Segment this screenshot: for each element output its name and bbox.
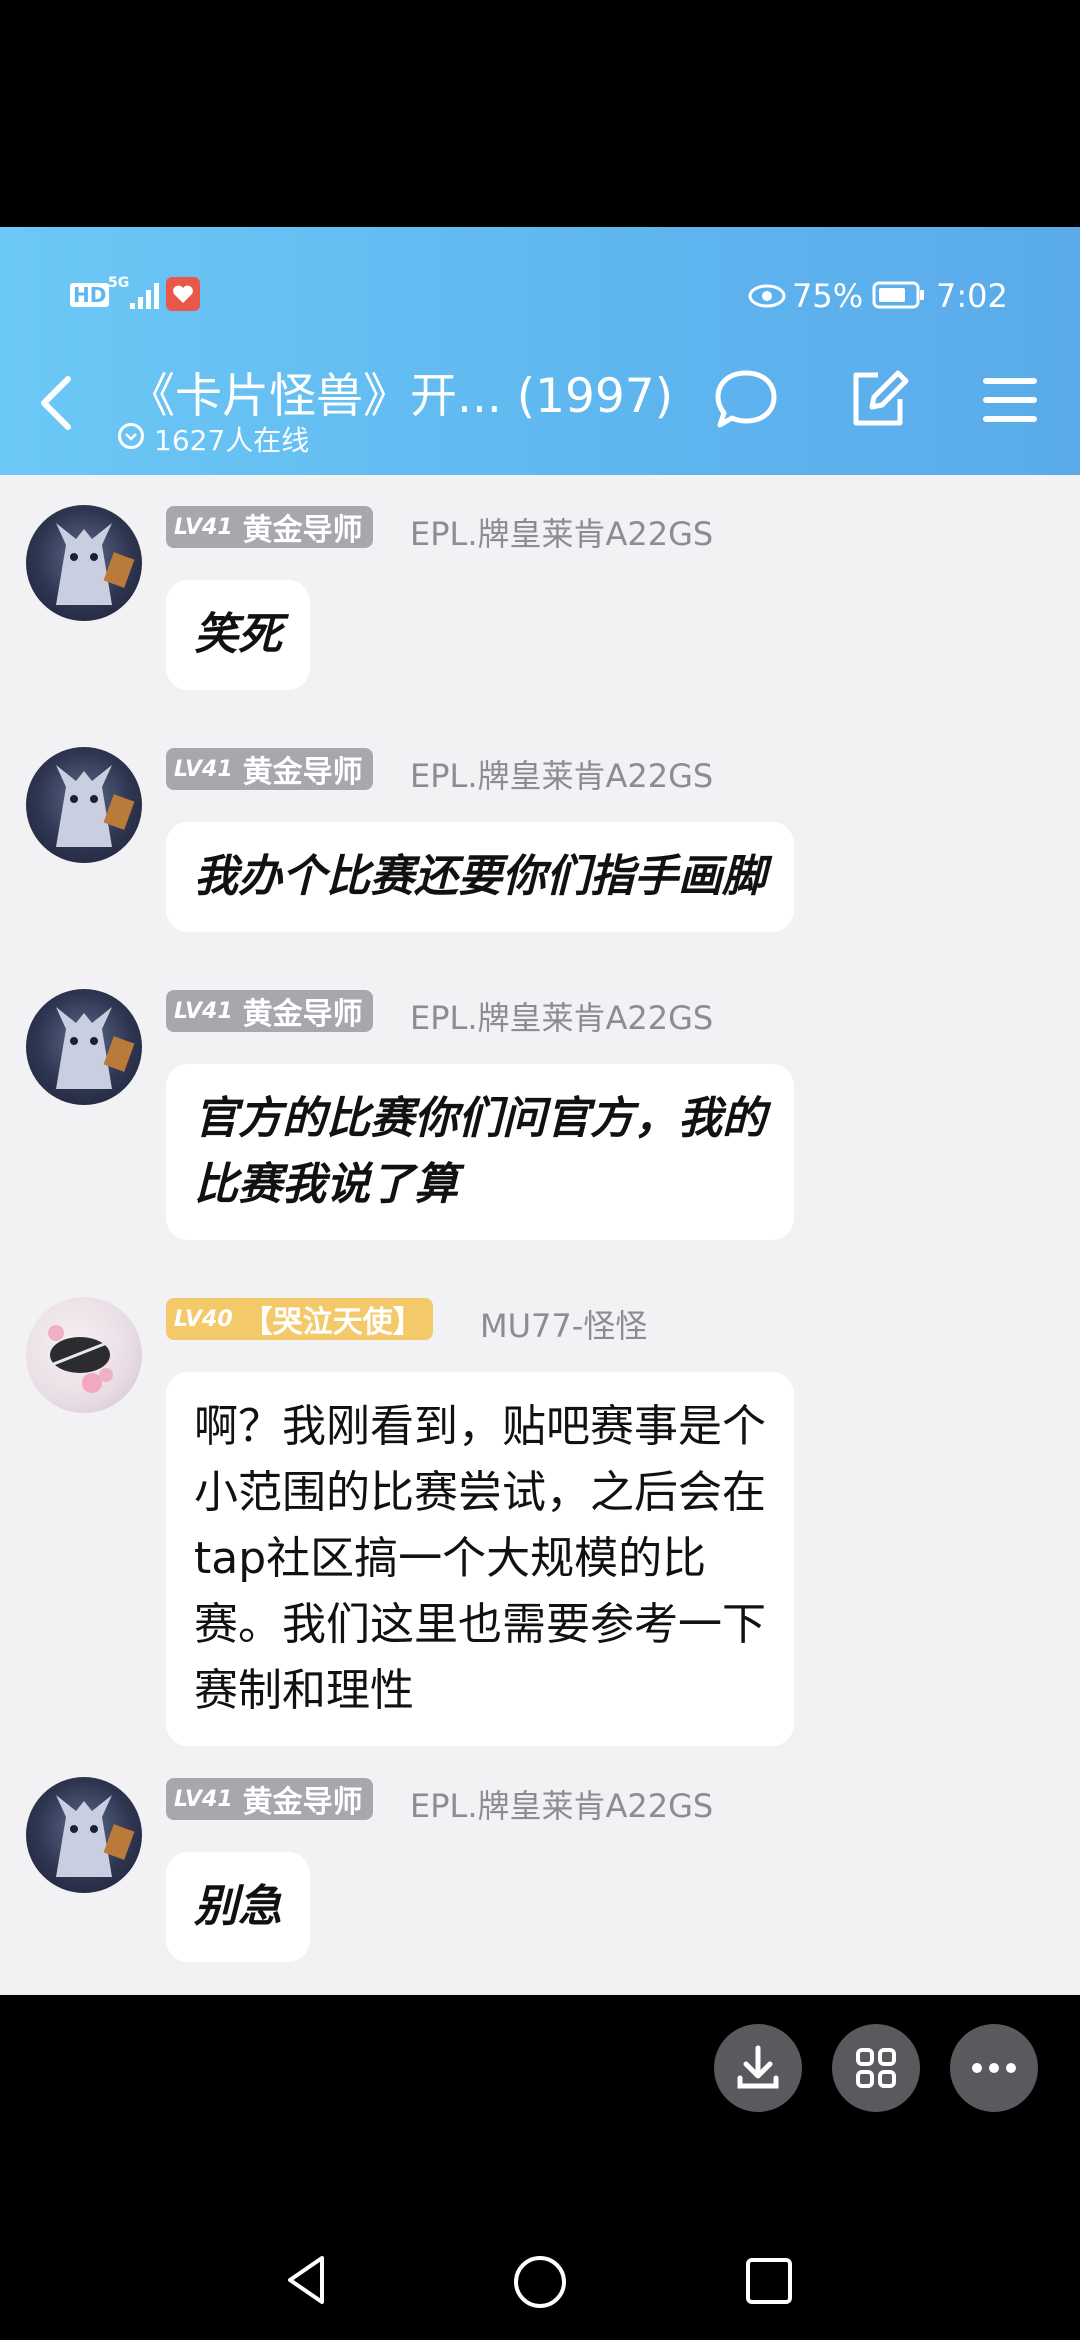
- avatar[interactable]: [26, 747, 142, 863]
- message-line: 啊？我刚看到，贴吧赛事是个: [194, 1401, 766, 1452]
- grid-icon: [856, 2048, 896, 2088]
- avatar[interactable]: [26, 1297, 142, 1413]
- page-title[interactable]: 《卡片怪兽》开... (1997): [128, 357, 673, 426]
- user-level-badge: LV41 黄金导师: [166, 1778, 373, 1820]
- title-label: 【哭泣天使】: [242, 1305, 423, 1340]
- more-icon: [972, 2063, 1016, 2073]
- chat-bubble-icon[interactable]: [712, 367, 780, 433]
- message-line: 赛制和理性: [194, 1665, 414, 1716]
- nav-home-icon[interactable]: [512, 2254, 568, 2310]
- title-label: 黄金导师: [242, 1785, 363, 1820]
- level-label: LV41: [174, 1786, 233, 1812]
- username[interactable]: MU77-怪怪: [480, 1301, 647, 1347]
- eye-icon: [748, 284, 786, 308]
- online-status-icon: [118, 423, 144, 449]
- username[interactable]: EPL.牌皇莱肯A22GS: [410, 751, 713, 797]
- level-label: LV41: [174, 998, 233, 1024]
- avatar[interactable]: [26, 1777, 142, 1893]
- level-label: LV41: [174, 514, 233, 540]
- online-count: 1627人在线: [154, 424, 310, 457]
- signal-bars-icon: [130, 283, 159, 309]
- battery-icon: [872, 281, 924, 309]
- header-bar: HD 5G 75% 7:02 《卡片怪兽》开... (1997) 1627人在线: [0, 227, 1080, 475]
- message-line: tap社区搞一个大规模的比: [194, 1533, 707, 1584]
- level-label: LV40: [174, 1306, 233, 1332]
- download-button[interactable]: [714, 2024, 802, 2112]
- nav-back-icon[interactable]: [282, 2252, 330, 2308]
- menu-icon[interactable]: [982, 373, 1038, 427]
- title-label: 黄金导师: [242, 997, 363, 1032]
- level-label: LV41: [174, 756, 233, 782]
- message-bubble[interactable]: 啊？我刚看到，贴吧赛事是个 小范围的比赛尝试，之后会在 tap社区搞一个大规模的…: [166, 1372, 794, 1746]
- message-line: 比赛我说了算: [194, 1159, 458, 1210]
- message-bubble[interactable]: 官方的比赛你们问官方，我的 比赛我说了算: [166, 1064, 794, 1240]
- back-icon[interactable]: [34, 373, 78, 433]
- message-line: 小范围的比赛尝试，之后会在: [194, 1467, 766, 1518]
- username[interactable]: EPL.牌皇莱肯A22GS: [410, 509, 713, 555]
- download-icon: [737, 2045, 779, 2089]
- more-button[interactable]: [950, 2024, 1038, 2112]
- title-label: 黄金导师: [242, 755, 363, 790]
- network-type: 5G: [108, 275, 130, 291]
- username[interactable]: EPL.牌皇莱肯A22GS: [410, 1781, 713, 1827]
- message-bubble[interactable]: 笑死: [166, 580, 310, 690]
- message-bubble[interactable]: 我办个比赛还要你们指手画脚: [166, 822, 794, 932]
- message-line: 赛。我们这里也需要参考一下: [194, 1599, 766, 1650]
- hd-indicator: HD: [70, 283, 110, 307]
- clock: 7:02: [936, 277, 1008, 315]
- nav-recents-icon[interactable]: [744, 2256, 794, 2306]
- app-screen: HD 5G 75% 7:02 《卡片怪兽》开... (1997) 1627人在线…: [0, 227, 1080, 1995]
- message-line: 官方的比赛你们问官方，我的: [194, 1093, 766, 1144]
- user-level-badge: LV41 黄金导师: [166, 990, 373, 1032]
- battery-percent: 75%: [792, 277, 864, 315]
- edit-icon[interactable]: [846, 367, 910, 431]
- user-level-badge: LV41 黄金导师: [166, 506, 373, 548]
- username[interactable]: EPL.牌皇莱肯A22GS: [410, 993, 713, 1039]
- message-bubble[interactable]: 别急: [166, 1852, 310, 1962]
- user-level-badge: LV41 黄金导师: [166, 748, 373, 790]
- grid-button[interactable]: [832, 2024, 920, 2112]
- user-level-badge: LV40 【哭泣天使】: [166, 1298, 433, 1340]
- title-label: 黄金导师: [242, 513, 363, 548]
- avatar[interactable]: [26, 505, 142, 621]
- app-notification-icon: [166, 277, 200, 311]
- avatar[interactable]: [26, 989, 142, 1105]
